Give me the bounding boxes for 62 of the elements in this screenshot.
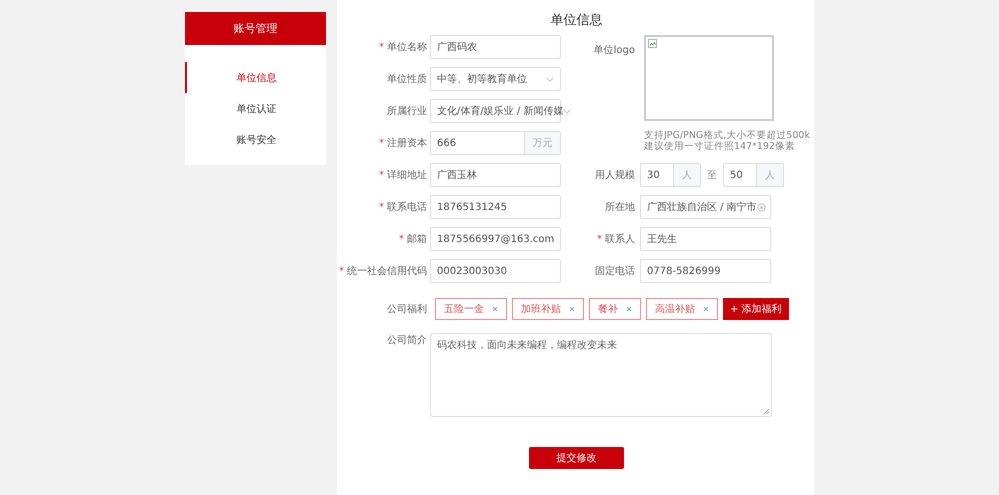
submit-button[interactable]: 提交修改: [529, 447, 624, 469]
field-label: 固定电话: [594, 264, 635, 278]
input-field[interactable]: 广西码农: [430, 35, 561, 59]
select-field[interactable]: 中等、初等教育单位: [430, 67, 561, 91]
input-field[interactable]: 50: [723, 163, 757, 187]
required-mark: *: [399, 234, 404, 245]
resize-handle-icon[interactable]: [764, 409, 769, 414]
clear-icon[interactable]: [756, 202, 766, 212]
welfare-tag[interactable]: 五险一金: [435, 298, 507, 320]
field-label: * 注册资本: [378, 136, 427, 150]
field-label: * 详细地址: [378, 168, 427, 182]
field-label: * 联系人: [596, 232, 635, 246]
required-mark: *: [597, 234, 602, 245]
required-mark: *: [379, 170, 384, 181]
close-icon[interactable]: [626, 306, 632, 312]
unit-addon: 人: [674, 163, 701, 187]
page-title: 单位信息: [550, 12, 604, 30]
close-icon[interactable]: [569, 306, 575, 312]
close-icon[interactable]: [492, 306, 498, 312]
field-label: * 统一社会信用代码: [339, 264, 427, 278]
field-label: 用人规模: [594, 168, 635, 182]
required-mark: *: [379, 138, 384, 149]
input-field[interactable]: 广西玉林: [430, 163, 561, 187]
field-label: * 联系电话: [378, 200, 427, 214]
welfare-tag[interactable]: 高温补贴: [646, 298, 718, 320]
field-label: 公司简介: [386, 334, 427, 347]
field-label: 单位性质: [386, 72, 427, 86]
field-label: 单位logo: [592, 44, 635, 57]
field-label: * 邮箱: [398, 232, 427, 246]
hint-text: 建议使用一寸证件照147*192像素: [644, 141, 796, 152]
sidebar-item[interactable]: 单位认证: [185, 93, 326, 124]
field-label: 所在地: [604, 200, 635, 214]
unit-addon: 万元: [525, 131, 561, 155]
chevron-down-icon: [563, 108, 572, 114]
field-label: * 单位名称: [378, 40, 427, 54]
sidebar-item[interactable]: 单位信息: [185, 62, 326, 93]
input-field[interactable]: 30: [640, 163, 674, 187]
text-area[interactable]: 码农科技，面向未来编程，编程改变未来: [430, 333, 772, 417]
input-field[interactable]: 666: [430, 131, 525, 155]
close-icon[interactable]: [703, 306, 709, 312]
field-label: 所属行业: [386, 104, 427, 118]
input-field[interactable]: 王先生: [640, 227, 771, 251]
required-mark: *: [339, 266, 344, 277]
required-mark: *: [379, 202, 384, 213]
add-welfare-button[interactable]: + 添加福利: [723, 298, 789, 320]
input-field[interactable]: 0778-5826999: [640, 259, 771, 283]
welfare-tag[interactable]: 餐补: [589, 298, 641, 320]
broken-image-icon: [648, 39, 657, 48]
hint-text: 支持JPG/PNG格式,大小不要超过500k: [644, 130, 810, 141]
unit-addon: 人: [757, 163, 784, 187]
sidebar-header: 账号管理: [185, 12, 326, 45]
welfare-tag[interactable]: 加班补贴: [512, 298, 584, 320]
input-field[interactable]: 00023003030: [430, 259, 561, 283]
input-field[interactable]: 1875566997@163.com: [430, 227, 561, 251]
range-separator: 至: [707, 169, 717, 182]
required-mark: *: [379, 42, 384, 53]
input-field[interactable]: 18765131245: [430, 195, 561, 219]
field-label: 公司福利: [386, 302, 427, 316]
chevron-down-icon: [546, 76, 554, 82]
logo-upload-box[interactable]: [644, 35, 774, 121]
sidebar-item[interactable]: 账号安全: [185, 124, 326, 155]
input-field[interactable]: 广西壮族自治区 / 南宁市: [640, 195, 771, 219]
